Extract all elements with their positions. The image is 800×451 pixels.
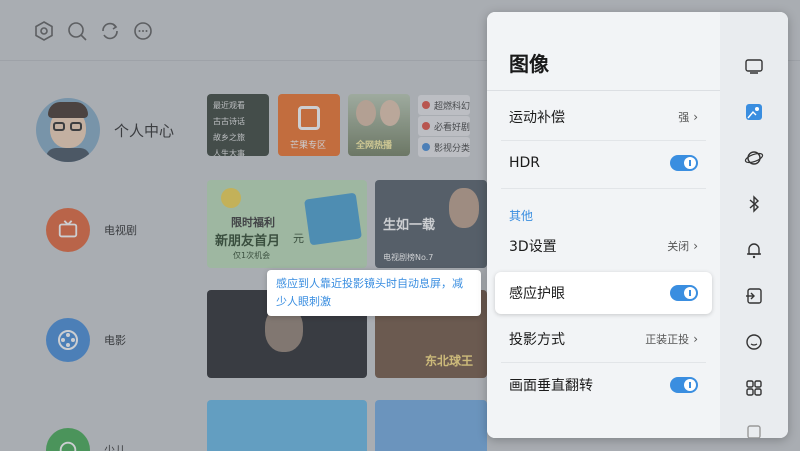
settings-panel: 图像 运动补偿 强 › HDR 其他 3D设置 关闭 › 感应护眼 投影方式 正装正… (487, 12, 788, 438)
input-source-icon[interactable] (744, 286, 764, 306)
face-icon[interactable] (744, 332, 764, 352)
hdr-toggle[interactable] (670, 155, 698, 171)
3d-settings-row[interactable]: 3D设置 关闭 › (495, 225, 712, 267)
section-other: 其他 (509, 209, 534, 223)
divider (501, 140, 706, 141)
row-value: 关闭 › (667, 238, 698, 254)
chevron-right-icon: › (693, 110, 698, 124)
row-value-text: 正装正投 (645, 333, 690, 346)
hdr-row[interactable]: HDR (495, 142, 712, 184)
row-label: 运动补偿 (509, 110, 565, 126)
toggle-knob (684, 287, 696, 299)
row-label: 画面垂直翻转 (509, 378, 593, 394)
row-label: 3D设置 (509, 239, 557, 255)
chevron-right-icon: › (693, 332, 698, 346)
row-label: HDR (509, 155, 541, 171)
settings-main: 图像 运动补偿 强 › HDR 其他 3D设置 关闭 › 感应护眼 投影方式 正装正… (487, 12, 720, 438)
toggle-knob (684, 157, 696, 169)
divider (487, 90, 720, 91)
vertical-flip-toggle[interactable] (670, 377, 698, 393)
bell-icon[interactable] (744, 240, 764, 260)
projection-mode-row[interactable]: 投影方式 正装正投 › (495, 318, 712, 360)
chevron-right-icon: › (693, 239, 698, 253)
row-value: 正装正投 › (645, 331, 698, 347)
eye-care-toggle[interactable] (670, 285, 698, 301)
apps-grid-icon[interactable] (744, 378, 764, 398)
bluetooth-icon[interactable] (744, 194, 764, 214)
row-value-text: 关闭 (667, 240, 690, 253)
divider (501, 362, 706, 363)
eye-care-row[interactable]: 感应护眼 (495, 272, 712, 314)
panel-title: 图像 (509, 52, 549, 76)
row-value-text: 强 (678, 111, 690, 124)
planet-icon[interactable] (744, 148, 764, 168)
divider (501, 188, 706, 189)
row-label: 感应护眼 (509, 286, 565, 302)
motion-compensation-row[interactable]: 运动补偿 强 › (495, 96, 712, 138)
row-label: 投影方式 (509, 332, 565, 348)
toggle-knob (684, 379, 696, 391)
display-icon[interactable] (744, 56, 764, 76)
more-icon[interactable] (744, 424, 764, 438)
settings-rail (720, 12, 788, 438)
row-value: 强 › (678, 109, 698, 125)
image-icon[interactable] (744, 102, 764, 122)
vertical-flip-row[interactable]: 画面垂直翻转 (495, 364, 712, 406)
eye-care-tooltip: 感应到人靠近投影镜头时自动息屏，减少人眼刺激 (267, 270, 481, 316)
